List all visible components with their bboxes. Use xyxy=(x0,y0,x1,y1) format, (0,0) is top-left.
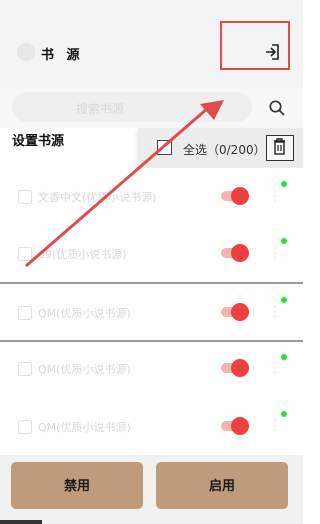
select-all-checkbox[interactable] xyxy=(157,140,172,155)
home-indicator xyxy=(0,520,42,524)
page-title: 书 源 xyxy=(41,48,84,63)
enable-button[interactable]: 启用 xyxy=(156,462,288,509)
item-checkbox[interactable] xyxy=(18,420,32,434)
enable-switch[interactable] xyxy=(221,244,251,262)
status-dot xyxy=(281,297,287,303)
search-input[interactable]: 搜索书源 xyxy=(12,92,252,122)
source-name: 69(优质小说书源) xyxy=(38,248,127,261)
list-item[interactable]: QM(优质小说书源) ⋮ xyxy=(0,342,303,399)
item-checkbox[interactable] xyxy=(18,190,32,204)
search-placeholder: 搜索书源 xyxy=(76,102,125,116)
back-icon[interactable] xyxy=(17,43,35,61)
source-name: 文香中文(优质小说书源) xyxy=(38,191,157,204)
enable-switch[interactable] xyxy=(221,417,251,435)
search-bar: 搜索书源 xyxy=(0,88,303,128)
disable-button[interactable]: 禁用 xyxy=(11,462,143,509)
select-all-label: 全选（0/200） xyxy=(183,143,266,157)
delete-icon[interactable] xyxy=(266,135,294,161)
more-icon[interactable]: ⋮ xyxy=(268,303,282,321)
item-checkbox[interactable] xyxy=(18,362,32,376)
status-dot xyxy=(281,354,287,360)
highlight-box xyxy=(220,21,290,70)
list-item[interactable]: QM(优质小说书源) ⋮ xyxy=(0,284,303,341)
group-title: 设置书源 xyxy=(12,134,65,149)
bottom-action-bar: 禁用 启用 xyxy=(0,455,303,524)
more-icon[interactable]: ⋮ xyxy=(268,187,282,205)
source-name: QM(优质小说书源) xyxy=(38,307,131,320)
status-dot xyxy=(281,238,287,244)
status-dot xyxy=(281,411,287,417)
enable-switch[interactable] xyxy=(221,359,251,377)
list-item[interactable]: 文香中文(优质小说书源) ⋮ xyxy=(0,168,303,225)
source-name: QM(优质小说书源) xyxy=(38,421,131,434)
enable-switch[interactable] xyxy=(221,303,251,321)
more-icon[interactable]: ⋮ xyxy=(268,359,282,377)
item-checkbox[interactable] xyxy=(18,306,32,320)
search-icon[interactable] xyxy=(268,99,286,117)
more-icon[interactable]: ⋮ xyxy=(268,417,282,435)
list-item[interactable]: QM(优质小说书源) ⋮ xyxy=(0,399,303,456)
enable-switch[interactable] xyxy=(221,187,251,205)
status-dot xyxy=(281,181,287,187)
item-checkbox[interactable] xyxy=(18,247,32,261)
list-item[interactable]: 69(优质小说书源) ⋮ xyxy=(0,225,303,282)
select-all-bar: 全选（0/200） xyxy=(138,128,303,168)
source-name: QM(优质小说书源) xyxy=(38,363,131,376)
more-icon[interactable]: ⋮ xyxy=(268,244,282,262)
